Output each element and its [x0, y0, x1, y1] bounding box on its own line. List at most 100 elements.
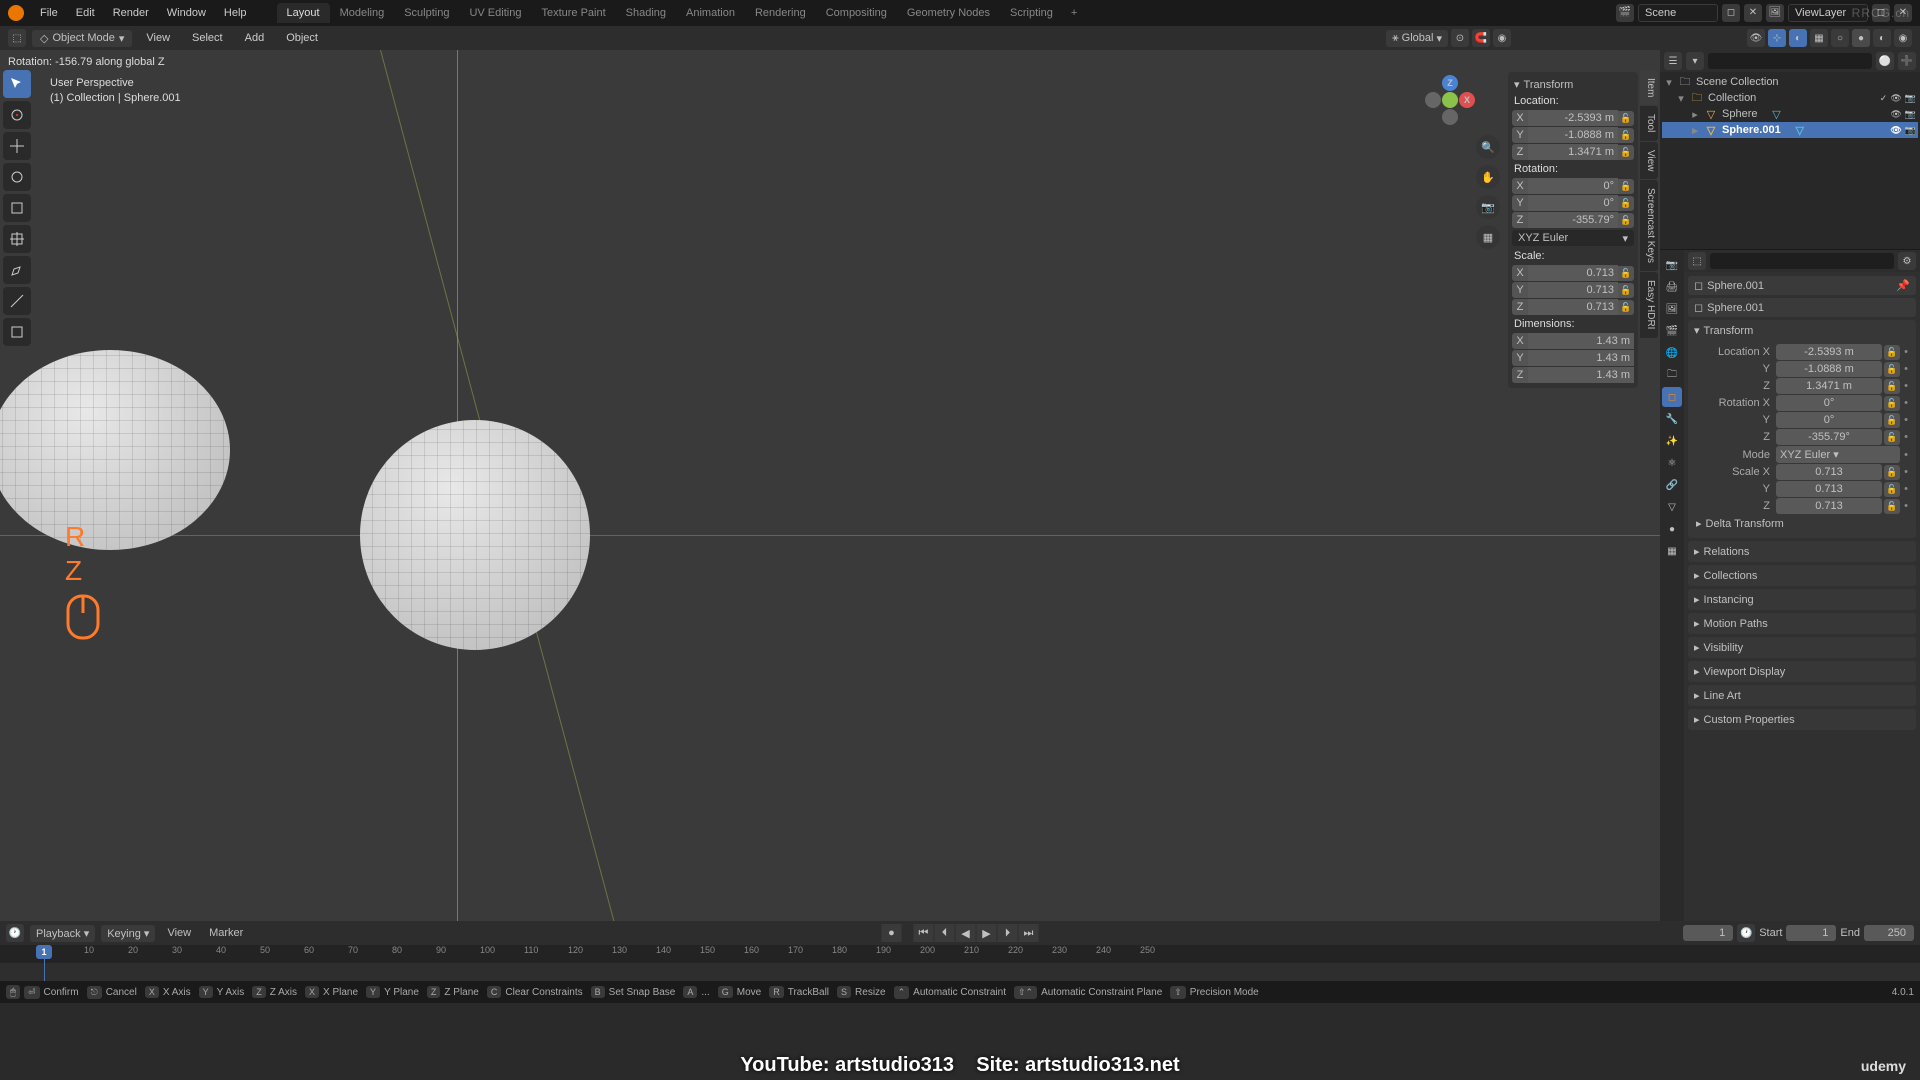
- scale-y-field[interactable]: 0.713: [1528, 282, 1618, 298]
- axis-neg-icon[interactable]: [1425, 92, 1441, 108]
- menu-object[interactable]: Object: [278, 30, 326, 46]
- orientation-select[interactable]: ⚹ Global ▾: [1386, 30, 1448, 47]
- keyframe-icon[interactable]: •: [1902, 500, 1910, 512]
- lock-icon[interactable]: 🔓: [1618, 266, 1634, 281]
- end-frame-field[interactable]: 250: [1864, 925, 1914, 941]
- lock-icon[interactable]: 🔓: [1618, 213, 1634, 228]
- ptab-render[interactable]: 📷: [1662, 255, 1682, 275]
- ptab-scene[interactable]: 🎬: [1662, 321, 1682, 341]
- playhead[interactable]: 1: [44, 945, 45, 981]
- keyframe-icon[interactable]: •: [1902, 346, 1910, 358]
- editor-type-icon[interactable]: ⬚: [1688, 252, 1706, 270]
- lock-icon[interactable]: 🔓: [1618, 283, 1634, 298]
- panel-transform-header[interactable]: ▾Transform: [1688, 320, 1916, 341]
- keyframe-icon[interactable]: •: [1902, 431, 1910, 443]
- new-collection-icon[interactable]: ➕: [1898, 52, 1916, 70]
- start-frame-field[interactable]: 1: [1786, 925, 1836, 941]
- keying-dropdown[interactable]: Keying ▾: [101, 925, 155, 942]
- ptab-physics[interactable]: ⚛: [1662, 453, 1682, 473]
- current-frame-field[interactable]: 1: [1683, 925, 1733, 941]
- shade-wireframe-icon[interactable]: ○: [1831, 29, 1849, 47]
- editor-type-icon[interactable]: 🕐: [6, 924, 24, 942]
- dim-y-field[interactable]: 1.43 m: [1528, 350, 1634, 366]
- prop-loc-x[interactable]: -2.5393 m: [1776, 344, 1882, 360]
- tab-sculpting[interactable]: Sculpting: [394, 3, 459, 23]
- perspective-icon[interactable]: ▦: [1476, 225, 1500, 249]
- new-scene-icon[interactable]: ◻: [1722, 4, 1740, 22]
- location-z-field[interactable]: 1.3471 m: [1528, 144, 1618, 160]
- options-icon[interactable]: ⚙: [1898, 252, 1916, 270]
- lock-icon[interactable]: 🔓: [1884, 379, 1900, 394]
- jump-start-icon[interactable]: ⏮: [914, 924, 934, 942]
- keyframe-icon[interactable]: •: [1902, 449, 1910, 461]
- zoom-icon[interactable]: 🔍: [1476, 135, 1500, 159]
- lock-icon[interactable]: 🔓: [1884, 396, 1900, 411]
- lock-icon[interactable]: 🔓: [1884, 345, 1900, 360]
- collapse-icon[interactable]: ▾: [1664, 76, 1674, 89]
- properties-search-input[interactable]: [1710, 253, 1894, 269]
- del-scene-icon[interactable]: ✕: [1744, 4, 1762, 22]
- rotation-mode-select[interactable]: XYZ Euler ▾: [1512, 230, 1634, 246]
- tab-rendering[interactable]: Rendering: [745, 3, 816, 23]
- pin-icon[interactable]: 📌: [1896, 279, 1910, 292]
- panel-instancing[interactable]: ▸Instancing: [1688, 589, 1916, 610]
- ptab-object[interactable]: ◻: [1662, 387, 1682, 407]
- lock-icon[interactable]: 🔓: [1884, 362, 1900, 377]
- editor-type-icon[interactable]: ⬚: [8, 29, 26, 47]
- pivot-icon[interactable]: ⊙: [1451, 29, 1469, 47]
- panel-collections[interactable]: ▸Collections: [1688, 565, 1916, 586]
- play-icon[interactable]: ▶: [977, 924, 997, 942]
- tool-rotate[interactable]: [3, 163, 31, 191]
- prop-scale-x[interactable]: 0.713: [1776, 464, 1882, 480]
- menu-select[interactable]: Select: [184, 30, 231, 46]
- tree-row-sphere[interactable]: ▸ ▽ Sphere ▽ 👁📷: [1662, 106, 1918, 122]
- axis-neg-z-icon[interactable]: [1442, 109, 1458, 125]
- render-icon[interactable]: 📷: [1905, 93, 1916, 104]
- shade-solid-icon[interactable]: ●: [1852, 29, 1870, 47]
- location-y-field[interactable]: -1.0888 m: [1528, 127, 1618, 143]
- camera-icon[interactable]: 📷: [1476, 195, 1500, 219]
- keyframe-icon[interactable]: •: [1902, 414, 1910, 426]
- ptab-world[interactable]: 🌐: [1662, 343, 1682, 363]
- rotation-z-field[interactable]: -355.79°: [1528, 212, 1618, 228]
- rotation-y-field[interactable]: 0°: [1528, 195, 1618, 211]
- panel-viewport-display[interactable]: ▸Viewport Display: [1688, 661, 1916, 682]
- mode-select[interactable]: ◇ Object Mode ▾: [32, 30, 132, 47]
- playback-dropdown[interactable]: Playback ▾: [30, 925, 95, 942]
- filter-icon[interactable]: ⚪: [1876, 52, 1894, 70]
- tab-modeling[interactable]: Modeling: [330, 3, 395, 23]
- lock-icon[interactable]: 🔓: [1618, 145, 1634, 160]
- timeline-track[interactable]: 1102030405060708090100110120130140150160…: [0, 945, 1920, 981]
- prop-loc-y[interactable]: -1.0888 m: [1776, 361, 1882, 377]
- keyframe-icon[interactable]: •: [1902, 380, 1910, 392]
- xray-icon[interactable]: ▦: [1810, 29, 1828, 47]
- tab-scripting[interactable]: Scripting: [1000, 3, 1063, 23]
- menu-view[interactable]: View: [161, 925, 197, 941]
- lock-icon[interactable]: 🔓: [1618, 300, 1634, 315]
- tool-cursor[interactable]: [3, 101, 31, 129]
- tool-add[interactable]: [3, 318, 31, 346]
- eye-icon[interactable]: 👁: [1890, 125, 1901, 136]
- prop-rot-z[interactable]: -355.79°: [1776, 429, 1882, 445]
- tab-geometry-nodes[interactable]: Geometry Nodes: [897, 3, 1000, 23]
- lock-icon[interactable]: 🔓: [1618, 111, 1634, 126]
- tool-annotate[interactable]: [3, 256, 31, 284]
- tool-transform[interactable]: [3, 225, 31, 253]
- lock-icon[interactable]: 🔓: [1884, 482, 1900, 497]
- prev-key-icon[interactable]: ⏴: [935, 924, 955, 942]
- panel-delta-transform[interactable]: ▸Delta Transform: [1694, 515, 1910, 532]
- keyframe-icon[interactable]: •: [1902, 483, 1910, 495]
- rotation-x-field[interactable]: 0°: [1528, 178, 1618, 194]
- ptab-output[interactable]: 🖨: [1662, 277, 1682, 297]
- scene-field[interactable]: Scene: [1638, 4, 1718, 22]
- shade-rendered-icon[interactable]: ◉: [1894, 29, 1912, 47]
- timeline-ruler[interactable]: 1102030405060708090100110120130140150160…: [0, 945, 1920, 963]
- axis-x-icon[interactable]: X: [1459, 92, 1475, 108]
- menu-edit[interactable]: Edit: [68, 4, 103, 22]
- prop-loc-z[interactable]: 1.3471 m: [1776, 378, 1882, 394]
- tab-shading[interactable]: Shading: [616, 3, 676, 23]
- prop-scale-z[interactable]: 0.713: [1776, 498, 1882, 514]
- keyframe-icon[interactable]: •: [1902, 363, 1910, 375]
- menu-view[interactable]: View: [138, 30, 178, 46]
- render-icon[interactable]: 📷: [1905, 125, 1916, 136]
